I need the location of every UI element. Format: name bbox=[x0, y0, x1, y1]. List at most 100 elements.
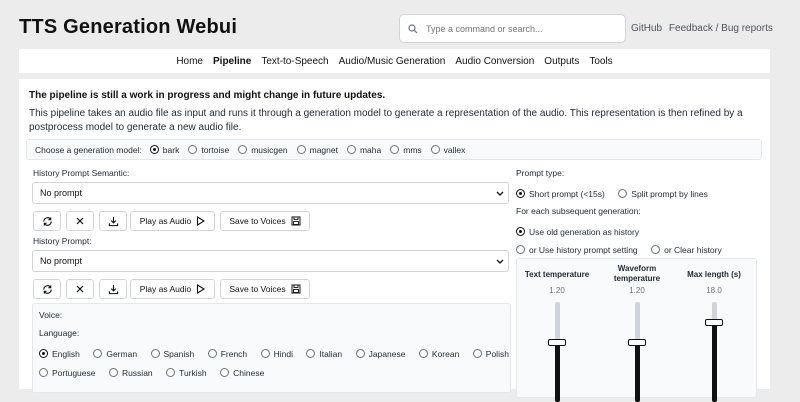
waveform-temperature-label: Waveform temperature bbox=[613, 264, 661, 283]
max-length-value: 18.0 bbox=[706, 286, 722, 295]
prompt-type-label: Prompt type: bbox=[516, 168, 565, 178]
clear-button[interactable] bbox=[66, 211, 94, 231]
tab-pipeline[interactable]: Pipeline bbox=[213, 56, 251, 67]
history-prompt-select[interactable]: No prompt bbox=[32, 250, 509, 272]
pipeline-description: This pipeline takes an audio file as inp… bbox=[29, 108, 743, 133]
radio-label: Hindi bbox=[273, 348, 293, 359]
download-button-2[interactable] bbox=[99, 279, 127, 299]
radio-dot bbox=[516, 189, 525, 198]
radio-russian[interactable]: Russian bbox=[108, 368, 153, 378]
waveform-temperature-value: 1.20 bbox=[629, 286, 645, 295]
radio-japanese[interactable]: Japanese bbox=[355, 349, 405, 359]
semantic-prompt-select[interactable]: No prompt bbox=[32, 182, 509, 204]
close-icon bbox=[76, 217, 84, 225]
play-icon bbox=[197, 284, 206, 294]
close-icon bbox=[76, 285, 84, 293]
radio-label: Chinese bbox=[233, 367, 265, 378]
search-icon bbox=[408, 23, 418, 33]
radio-split-prompt[interactable]: Split prompt by lines bbox=[618, 189, 708, 199]
radio-magnet[interactable]: magnet bbox=[296, 144, 338, 155]
radio-maha[interactable]: maha bbox=[346, 145, 381, 155]
text-temperature-handle[interactable] bbox=[548, 339, 566, 346]
history-prompt-label: History Prompt: bbox=[33, 236, 92, 246]
save-to-voices-button-2[interactable]: Save to Voices bbox=[220, 279, 310, 299]
radio-tortoise[interactable]: tortoise bbox=[188, 145, 229, 155]
language-row-1: English German Spanish French Hindi Ital… bbox=[39, 345, 518, 363]
radio-dot bbox=[306, 349, 316, 358]
tab-tools[interactable]: Tools bbox=[589, 56, 612, 67]
radio-label: Spanish bbox=[163, 348, 195, 359]
refresh-button[interactable] bbox=[33, 211, 61, 231]
language-row-2: Portuguese Russian Turkish Chinese bbox=[39, 364, 273, 382]
search-input[interactable] bbox=[426, 23, 616, 34]
radio-vallex[interactable]: vallex bbox=[430, 145, 465, 155]
radio-label: Turkish bbox=[179, 367, 207, 378]
command-search[interactable] bbox=[399, 14, 626, 43]
chevron-down-icon bbox=[496, 191, 504, 196]
refresh-icon bbox=[42, 284, 52, 294]
save-to-voices-label: Save to Voices bbox=[229, 284, 286, 294]
radio-polish[interactable]: Polish bbox=[472, 348, 509, 359]
radio-english[interactable]: English bbox=[39, 349, 80, 359]
radio-dot bbox=[220, 368, 230, 377]
radio-dot bbox=[39, 349, 48, 358]
radio-german[interactable]: German bbox=[93, 349, 137, 359]
tab-audio-conversion[interactable]: Audio Conversion bbox=[455, 56, 534, 67]
radio-label: magnet bbox=[309, 144, 338, 155]
radio-dot bbox=[346, 145, 356, 154]
wip-warning: The pipeline is still a work in progress… bbox=[29, 90, 386, 101]
radio-hindi[interactable]: Hindi bbox=[260, 348, 293, 359]
radio-use-old-generation[interactable]: Use old generation as history bbox=[516, 227, 639, 237]
tab-outputs[interactable]: Outputs bbox=[544, 56, 579, 67]
radio-dot bbox=[260, 349, 270, 358]
top-links: GitHub Feedback / Bug reports bbox=[631, 23, 777, 34]
radio-label: English bbox=[52, 348, 80, 359]
radio-label: Korean bbox=[431, 348, 460, 359]
radio-spanish[interactable]: Spanish bbox=[150, 348, 195, 359]
language-label: Language: bbox=[39, 328, 80, 338]
radio-mms[interactable]: mms bbox=[390, 144, 422, 155]
refresh-button-2[interactable] bbox=[33, 279, 61, 299]
radio-chinese[interactable]: Chinese bbox=[220, 368, 264, 378]
text-temperature-fill bbox=[555, 342, 560, 402]
radio-turkish[interactable]: Turkish bbox=[166, 368, 207, 378]
download-icon bbox=[108, 284, 118, 294]
pipeline-panel: The pipeline is still a work in progress… bbox=[19, 79, 770, 402]
radio-label: Short prompt (<15s) bbox=[529, 188, 605, 199]
download-button[interactable] bbox=[99, 211, 127, 231]
radio-dot bbox=[188, 145, 198, 154]
radio-dot bbox=[296, 145, 306, 154]
save-to-voices-button[interactable]: Save to Voices bbox=[220, 211, 310, 231]
tab-text-to-speech[interactable]: Text-to-Speech bbox=[261, 56, 328, 67]
tab-home[interactable]: Home bbox=[176, 56, 203, 67]
clear-button-2[interactable] bbox=[66, 279, 94, 299]
radio-portuguese[interactable]: Portuguese bbox=[39, 368, 95, 378]
radio-label: Polish bbox=[485, 348, 509, 359]
radio-dot bbox=[39, 368, 48, 377]
radio-dot bbox=[418, 349, 428, 358]
github-link[interactable]: GitHub bbox=[631, 23, 662, 34]
radio-musicgen[interactable]: musicgen bbox=[238, 145, 288, 155]
play-as-audio-button[interactable]: Play as Audio bbox=[130, 211, 215, 231]
radio-label: mms bbox=[403, 144, 422, 155]
play-as-audio-button-2[interactable]: Play as Audio bbox=[130, 279, 215, 299]
generation-sliders: Text temperature Waveform temperature Ma… bbox=[516, 258, 757, 402]
semantic-prompt-label: History Prompt Semantic: bbox=[33, 168, 130, 178]
max-length-handle[interactable] bbox=[705, 319, 723, 326]
tab-audio-music-generation[interactable]: Audio/Music Generation bbox=[339, 56, 446, 67]
radio-clear-history[interactable]: or Clear history bbox=[651, 245, 722, 255]
radio-label: German bbox=[106, 348, 138, 359]
prompt-type-group: Short prompt (<15s) Split prompt by line… bbox=[516, 185, 717, 203]
radio-french[interactable]: French bbox=[207, 349, 247, 359]
radio-use-history-setting[interactable]: or Use history prompt setting bbox=[516, 245, 638, 255]
radio-dot bbox=[651, 245, 661, 254]
subsequent-label: For each subsequent generation: bbox=[516, 206, 641, 216]
history-prompt-value: No prompt bbox=[40, 256, 83, 266]
radio-korean[interactable]: Korean bbox=[418, 348, 460, 359]
waveform-temperature-handle[interactable] bbox=[628, 339, 646, 346]
radio-italian[interactable]: Italian bbox=[306, 349, 342, 359]
feedback-link[interactable]: Feedback / Bug reports bbox=[669, 23, 773, 34]
radio-short-prompt[interactable]: Short prompt (<15s) bbox=[516, 189, 605, 199]
radio-dot bbox=[166, 368, 176, 377]
radio-bark[interactable]: bark bbox=[149, 145, 179, 155]
